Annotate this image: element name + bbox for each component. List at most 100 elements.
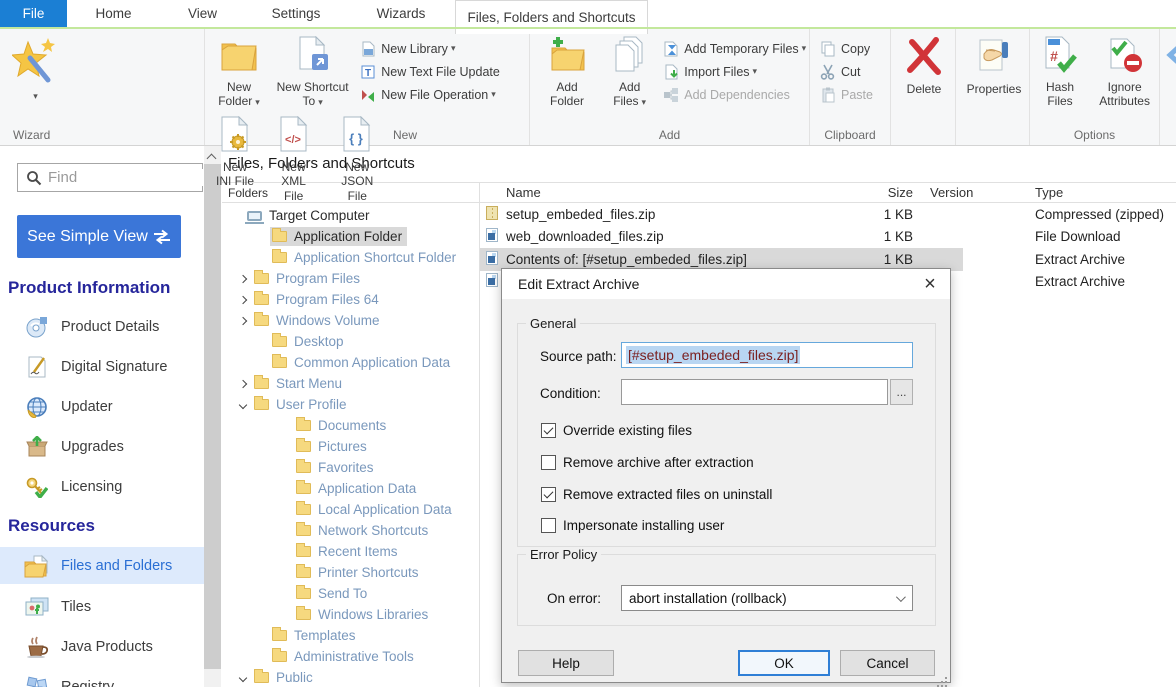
copy-button[interactable]: Copy [820,37,873,60]
tree-item[interactable]: Printer Shortcuts [222,562,479,583]
cut-button[interactable]: Cut [820,60,873,83]
partial-right-button[interactable]: R [1164,36,1176,94]
checkbox[interactable] [541,423,556,438]
sidebar-item-tiles[interactable]: Tiles [0,587,204,627]
tab-wizards[interactable]: Wizards [347,0,455,27]
cancel-button[interactable]: Cancel [840,650,935,676]
source-path-field[interactable]: [#setup_embeded_files.zip] [621,342,913,368]
properties-button[interactable]: Properties [964,36,1024,96]
scrollbar-thumb[interactable] [204,164,221,669]
find-search-box[interactable] [17,163,203,192]
condition-browse-button[interactable]: ... [890,379,913,405]
tree-item[interactable]: Program Files [222,268,479,289]
sidebar-scrollbar[interactable] [204,146,221,687]
add-dependencies-button[interactable]: Add Dependencies [663,83,806,106]
close-icon[interactable]: × [910,269,950,299]
new-file-operation-button[interactable]: New File Operation [360,83,500,106]
new-library-button[interactable]: New Library [360,37,500,60]
ignore-attributes-button[interactable]: Ignore Attributes [1094,36,1156,109]
sidebar-item-registry[interactable]: Registry [0,667,204,687]
sidebar-item-digital-signature[interactable]: Digital Signature [0,347,204,387]
tree-item[interactable]: Favorites [222,457,479,478]
search-icon [26,170,42,186]
tree-item[interactable]: Send To [222,583,479,604]
help-button[interactable]: Help [518,650,614,676]
tab-file[interactable]: File [0,0,67,27]
tree-expand-arrow[interactable] [234,402,252,408]
updater-globe-icon [24,396,50,418]
add-temporary-files-button[interactable]: Add Temporary Files [663,37,806,60]
tree-item[interactable]: Public [222,667,479,687]
tree-item[interactable]: Local Application Data [222,499,479,520]
new-shortcut-to-button[interactable]: New Shortcut To [275,36,351,109]
ok-button[interactable]: OK [738,650,830,676]
see-simple-view-button[interactable]: See Simple View [17,215,181,258]
tree-item[interactable]: Documents [222,415,479,436]
resize-grip[interactable] [945,677,947,679]
checkbox-label: Override existing files [563,423,692,438]
checkbox[interactable] [541,518,556,533]
tree-expand-arrow[interactable] [234,276,252,282]
new-ini-file-button[interactable]: New INI File [215,116,255,189]
sidebar-item-licensing[interactable]: Licensing [0,467,204,507]
sidebar-item-java-products[interactable]: Java Products [0,627,204,667]
tree-expand-arrow[interactable] [234,297,252,303]
tab-settings[interactable]: Settings [245,0,347,27]
import-files-button[interactable]: Import Files [663,60,806,83]
add-folder-button[interactable]: Add Folder [544,36,590,109]
tree-item[interactable]: Recent Items [222,541,479,562]
tree-item[interactable]: Target Computer [222,205,479,226]
sidebar-item-upgrades[interactable]: Upgrades [0,427,204,467]
new-folder-button[interactable]: New Folder [213,36,265,109]
checkbox-row[interactable]: Remove extracted files on uninstall [541,484,772,504]
delete-button[interactable]: Delete [903,36,945,96]
dialog-title-bar[interactable]: Edit Extract Archive × [502,269,950,299]
on-error-label: On error: [547,591,601,606]
column-header-version[interactable]: Version [930,185,1035,200]
column-header-type[interactable]: Type [1035,185,1176,200]
tree-item[interactable]: Application Data [222,478,479,499]
on-error-dropdown[interactable]: abort installation (rollback) [621,585,913,611]
checkbox[interactable] [541,487,556,502]
paste-button[interactable]: Paste [820,83,873,106]
add-temporary-files-label: Add Temporary Files [684,42,798,56]
folder-icon [296,525,311,536]
file-name: web_downloaded_files.zip [506,229,853,244]
column-header-size[interactable]: Size [853,185,913,200]
tree-item[interactable]: Application Folder [222,226,479,247]
new-xml-file-button[interactable]: </> New XML File [271,116,317,203]
column-header-name[interactable]: Name [506,185,853,200]
tree-expand-arrow[interactable] [234,675,252,681]
tree-expand-arrow[interactable] [234,381,252,387]
wizard-button[interactable] [12,36,56,102]
tree-item[interactable]: Common Application Data [222,352,479,373]
tree-item[interactable]: Application Shortcut Folder [222,247,479,268]
tree-item[interactable]: Network Shortcuts [222,520,479,541]
checkbox-row[interactable]: Impersonate installing user [541,515,724,535]
file-list-header[interactable]: Name Size Version Type [480,183,1176,203]
condition-field[interactable] [621,379,888,405]
tree-item[interactable]: Templates [222,625,479,646]
tree-expand-arrow[interactable] [234,318,252,324]
new-text-file-update-button[interactable]: T New Text File Update [360,60,500,83]
tree-item[interactable]: Program Files 64 [222,289,479,310]
tree-item[interactable]: Windows Volume [222,310,479,331]
tree-item[interactable]: Desktop [222,331,479,352]
tree-item[interactable]: Windows Libraries [222,604,479,625]
checkbox[interactable] [541,455,556,470]
hash-files-button[interactable]: # Hash Files [1038,36,1082,109]
add-files-button[interactable]: Add Files [608,36,652,109]
tree-item[interactable]: Pictures [222,436,479,457]
checkbox-row[interactable]: Remove archive after extraction [541,452,754,472]
sidebar-item-product-details[interactable]: Product Details [0,307,204,347]
tab-home[interactable]: Home [67,0,160,27]
sidebar-item-files-and-folders[interactable]: Files and Folders [0,547,204,584]
checkbox-row[interactable]: Override existing files [541,420,692,440]
tree-item[interactable]: Start Menu [222,373,479,394]
tab-view[interactable]: View [160,0,245,27]
file-row[interactable]: setup_embeded_files.zip 1 KB Compressed … [480,203,1176,226]
file-row[interactable]: web_downloaded_files.zip 1 KB File Downl… [480,226,1176,249]
tree-item[interactable]: Administrative Tools [222,646,479,667]
tree-item[interactable]: User Profile [222,394,479,415]
sidebar-item-updater[interactable]: Updater [0,387,204,427]
